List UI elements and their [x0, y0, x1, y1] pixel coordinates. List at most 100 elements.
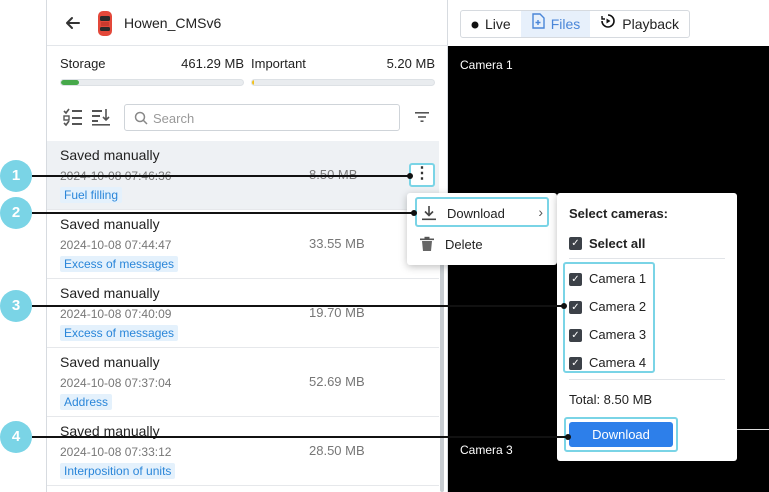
files-panel: Howen_CMSv6 Storage 461.29 MB Important …	[46, 0, 448, 492]
storage-bar	[60, 79, 244, 86]
file-context-menu: Download › Delete	[407, 193, 557, 265]
checkbox-checked-icon: ✓	[569, 273, 582, 286]
file-date: 2024-10-08 07:33:12	[60, 445, 172, 459]
file-title: Saved manually	[60, 354, 160, 370]
tab-live[interactable]: Live	[461, 11, 521, 37]
tab-live-label: Live	[485, 16, 511, 32]
menu-item-download[interactable]: Download ›	[415, 197, 549, 227]
select-mode-icon[interactable]	[63, 107, 83, 127]
menu-item-delete[interactable]: Delete	[415, 230, 549, 260]
camera-checkbox-group: ✓ Camera 1 ✓ Camera 2 ✓ Camera 3 ✓ Camer…	[563, 262, 655, 373]
list-toolbar	[47, 100, 448, 136]
file-tag: Interposition of units	[60, 463, 176, 479]
device-title: Howen_CMSv6	[124, 15, 222, 31]
callout-dot	[561, 303, 567, 309]
tab-playback[interactable]: Playback	[590, 11, 689, 37]
tab-files-label: Files	[550, 16, 581, 32]
callout-badge: 3	[0, 290, 32, 322]
tab-files[interactable]: Files	[520, 11, 591, 37]
camera-label: Camera 1	[460, 58, 513, 72]
file-size: 19.70 MB	[309, 305, 365, 320]
important-value: 5.20 MB	[386, 56, 435, 71]
menu-item-label: Delete	[445, 237, 483, 252]
callout-badge: 1	[0, 160, 32, 192]
storage-bar-fill	[61, 80, 80, 85]
storage-label: Storage	[60, 56, 106, 71]
file-icon	[531, 11, 545, 37]
storage-meter: Storage 461.29 MB	[60, 56, 244, 90]
file-title: Saved manually	[60, 285, 160, 301]
file-tag: Excess of messages	[60, 256, 179, 272]
checkbox-checked-icon: ✓	[569, 329, 582, 342]
menu-item-label: Download	[447, 206, 505, 221]
car-icon	[97, 10, 113, 37]
select-all-checkbox[interactable]: ✓ Select all	[569, 234, 719, 254]
file-tag: Excess of messages	[60, 325, 179, 341]
popup-title: Select cameras:	[569, 206, 669, 221]
file-row[interactable]: Saved manually 2024-10-08 07:37:04 52.69…	[47, 348, 439, 417]
grid-divider	[737, 429, 769, 430]
back-arrow-icon[interactable]	[63, 13, 83, 33]
search-input[interactable]	[153, 109, 393, 127]
trash-icon	[419, 236, 435, 252]
sort-icon[interactable]	[91, 107, 111, 127]
file-tag: Fuel filling	[60, 187, 123, 203]
chevron-right-icon: ›	[538, 204, 543, 220]
file-tag: Address	[60, 394, 113, 410]
download-button[interactable]: Download	[569, 422, 673, 447]
dot-icon	[471, 11, 479, 37]
camera-label: Camera 4	[589, 355, 647, 370]
download-icon	[421, 205, 437, 221]
camera-label: Camera 3	[589, 327, 647, 342]
callout-line	[32, 305, 564, 307]
file-title: Saved manually	[60, 216, 160, 232]
search-icon	[134, 111, 148, 125]
file-title: Saved manually	[60, 147, 160, 163]
callout-line	[32, 212, 414, 214]
file-row[interactable]: Saved manually 2024-10-08 07:33:12 28.50…	[47, 417, 439, 486]
callout-dot	[407, 173, 413, 179]
list-scrollbar[interactable]	[440, 255, 444, 492]
camera-select-popup: Select cameras: ✓ Select all ✓ Camera 1 …	[557, 193, 737, 461]
checkbox-checked-icon: ✓	[569, 237, 582, 250]
callout-line	[32, 436, 568, 438]
camera-checkbox[interactable]: ✓ Camera 3	[569, 326, 653, 346]
camera-checkbox[interactable]: ✓ Camera 1	[569, 270, 653, 290]
file-row[interactable]: Saved manually 2024-10-08 07:44:47 33.55…	[47, 210, 439, 279]
total-size: Total: 8.50 MB	[569, 392, 653, 407]
app-root: Howen_CMSv6 Storage 461.29 MB Important …	[0, 0, 769, 492]
important-bar	[251, 79, 435, 86]
camera-label: Camera 1	[589, 271, 647, 286]
camera-checkbox[interactable]: ✓ Camera 4	[569, 354, 653, 374]
camera-label: Camera 2	[589, 299, 647, 314]
playback-icon	[600, 11, 616, 37]
file-size: 52.69 MB	[309, 374, 365, 389]
file-size: 28.50 MB	[309, 443, 365, 458]
file-date: 2024-10-08 07:37:04	[60, 376, 172, 390]
filter-icon[interactable]	[414, 109, 430, 125]
important-bar-fill	[252, 80, 254, 85]
checkbox-checked-icon: ✓	[569, 357, 582, 370]
download-button-highlight: Download	[564, 417, 678, 452]
tab-playback-label: Playback	[622, 16, 680, 32]
callout-dot	[565, 434, 571, 440]
divider	[569, 258, 725, 259]
search-box[interactable]	[124, 104, 400, 131]
panel-header: Howen_CMSv6	[47, 0, 448, 46]
file-row[interactable]: Saved manually 2024-10-08 07:40:09 19.70…	[47, 279, 439, 348]
callout-badge: 2	[0, 197, 32, 229]
file-date: 2024-10-08 07:44:47	[60, 238, 172, 252]
callout-line	[32, 175, 410, 177]
checkbox-checked-icon: ✓	[569, 301, 582, 314]
important-label: Important	[251, 56, 306, 71]
select-all-label: Select all	[589, 236, 646, 251]
storage-value: 461.29 MB	[181, 56, 244, 71]
divider	[569, 379, 725, 380]
callout-badge: 4	[0, 421, 32, 453]
file-date: 2024-10-08 07:40:09	[60, 307, 172, 321]
important-meter: Important 5.20 MB	[251, 56, 435, 90]
camera-checkbox[interactable]: ✓ Camera 2	[569, 298, 653, 318]
file-size: 33.55 MB	[309, 236, 365, 251]
file-list: Saved manually 2024-10-08 07:46:36 8.50 …	[47, 141, 448, 492]
mode-tabs: Live Files Playback	[460, 10, 691, 38]
